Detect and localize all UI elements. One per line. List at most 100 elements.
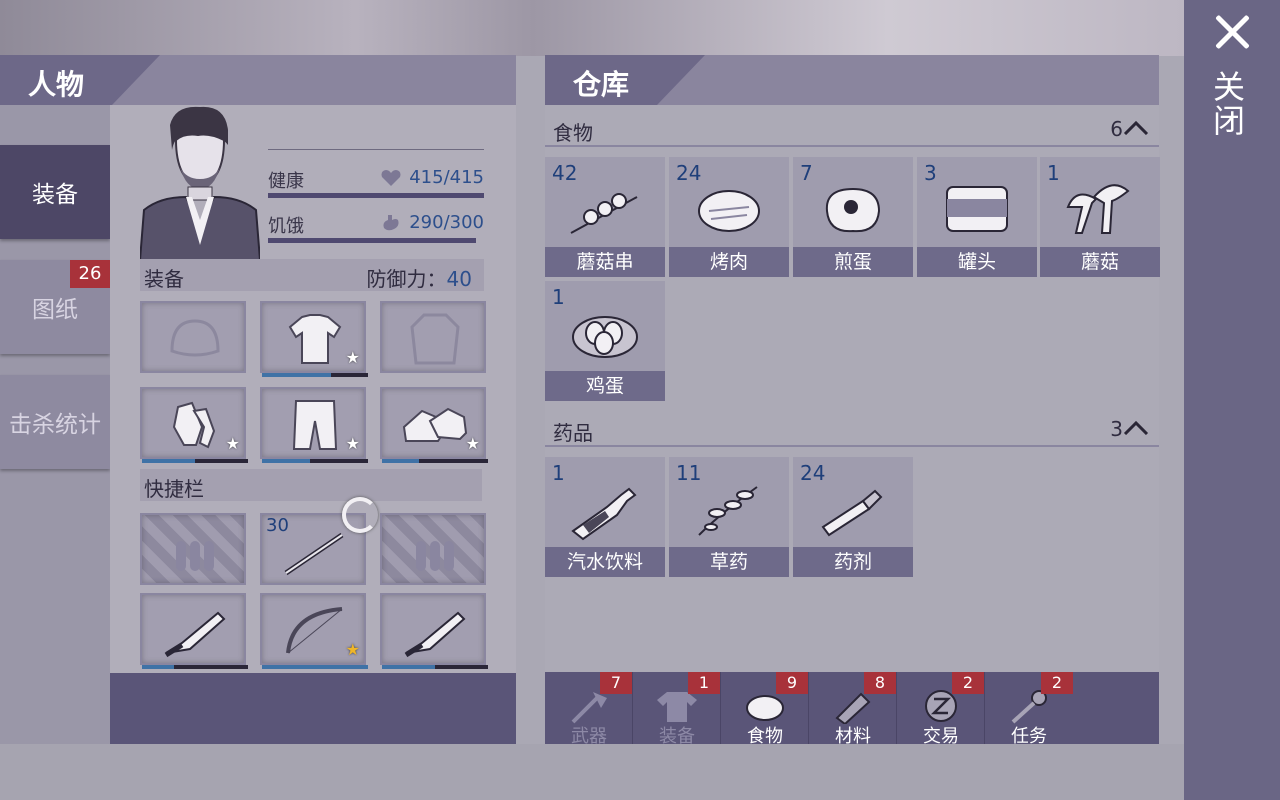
- defense-value: 40: [446, 267, 472, 291]
- count-badge: 26: [70, 260, 110, 288]
- mushroom-skewer-icon: [570, 193, 638, 234]
- tab-label: 装备: [32, 182, 78, 208]
- background-scene: [0, 0, 1184, 56]
- equipment-section-header: 装备 防御力：40: [140, 259, 484, 291]
- tab-label: 食物: [747, 726, 783, 747]
- durability-bar: [142, 665, 248, 669]
- tab-food[interactable]: 9 食物: [721, 672, 809, 747]
- hotbar-machete-slot[interactable]: [380, 593, 488, 669]
- jacket-slot[interactable]: [380, 301, 486, 373]
- tab-label: 装备: [659, 726, 695, 747]
- durability-bar: [382, 459, 488, 463]
- character-panel: 健康 415/415 饥饿 290/300 装备 防御力：40 ★ ★ ★ ★: [110, 105, 516, 744]
- food-item[interactable]: 1 鸡蛋: [545, 281, 665, 401]
- chevron-up-icon[interactable]: [1123, 121, 1149, 135]
- close-icon[interactable]: [1210, 10, 1254, 54]
- item-count: 1: [552, 461, 565, 485]
- item-name: 草药: [669, 547, 789, 577]
- tab-trade[interactable]: 2 交易: [897, 672, 985, 747]
- food-item[interactable]: 3 罐头: [917, 157, 1037, 277]
- boots-slot[interactable]: ★: [380, 387, 488, 463]
- character-panel-footer: [110, 673, 516, 744]
- tab-label: 材料: [835, 726, 871, 747]
- hotbar-empty-slot[interactable]: [140, 513, 246, 585]
- ammo-icon: [416, 541, 454, 571]
- count-badge: 2: [1041, 672, 1073, 694]
- heart-icon: [381, 170, 401, 186]
- food-item[interactable]: 1 蘑菇: [1040, 157, 1160, 277]
- hotbar-empty-slot[interactable]: [380, 513, 486, 585]
- roast-meat-icon: [698, 190, 760, 232]
- category-count: 6: [1110, 117, 1123, 141]
- food-item[interactable]: 7 煎蛋: [793, 157, 913, 277]
- hunger-label: 饥饿: [268, 216, 304, 237]
- tab-label: 任务: [1011, 726, 1047, 747]
- boots-icon: [402, 407, 468, 442]
- hat-slot[interactable]: [140, 301, 246, 373]
- close-label[interactable]: 关闭: [1208, 70, 1250, 138]
- tab-label: 交易: [923, 726, 959, 747]
- star-icon: ★: [345, 348, 360, 367]
- divider: [268, 149, 484, 150]
- health-stat: 健康 415/415: [268, 167, 484, 198]
- side-tabs: 装备 图纸 26 击杀统计: [0, 105, 110, 744]
- medicine-item[interactable]: 11 草药: [669, 457, 789, 577]
- durability-bar: [382, 665, 488, 669]
- durability-bar: [142, 459, 248, 463]
- item-name: 药剂: [793, 547, 913, 577]
- hat-icon: [170, 319, 220, 357]
- tab-materials[interactable]: 8 材料: [809, 672, 897, 747]
- hotbar-section-header: 快捷栏: [140, 469, 482, 501]
- shirt-slot[interactable]: ★: [260, 301, 368, 377]
- tab-quests[interactable]: 2 任务: [985, 672, 1073, 747]
- tab-label: 武器: [571, 726, 607, 747]
- tab-equipment[interactable]: 装备: [0, 145, 110, 239]
- close-bar[interactable]: 关闭: [1184, 0, 1280, 800]
- defense-label: 防御力：: [366, 267, 447, 291]
- item-name: 鸡蛋: [545, 371, 665, 401]
- star-icon: ★: [465, 434, 480, 453]
- gloves-slot[interactable]: ★: [140, 387, 248, 463]
- gold-star-icon: ★: [345, 640, 360, 659]
- hotbar-bow-slot[interactable]: ★: [260, 593, 368, 669]
- item-name: 煎蛋: [793, 247, 913, 277]
- chevron-up-icon[interactable]: [1123, 421, 1149, 435]
- medicine-item[interactable]: 24 药剂: [793, 457, 913, 577]
- tab-label: 图纸: [32, 297, 78, 323]
- count-badge: 7: [600, 672, 632, 694]
- durability-bar: [262, 459, 368, 463]
- background-bottom: [0, 744, 1184, 800]
- gloves-icon: [172, 401, 216, 449]
- food-item[interactable]: 42 蘑菇串: [545, 157, 665, 277]
- character-header-bar: [110, 55, 516, 105]
- tab-equipment[interactable]: 1 装备: [633, 672, 721, 747]
- count-badge: 2: [952, 672, 984, 694]
- food-category-header[interactable]: 食物 6: [545, 109, 1159, 147]
- shirt-icon: [288, 314, 342, 364]
- warehouse-title: 仓库: [573, 68, 630, 101]
- medicine-item[interactable]: 1 汽水饮料: [545, 457, 665, 577]
- hotbar-machete-slot[interactable]: [140, 593, 248, 669]
- medicine-category-header[interactable]: 药品 3: [545, 409, 1159, 447]
- health-bar: [268, 193, 484, 198]
- tab-blueprints[interactable]: 图纸 26: [0, 260, 110, 354]
- medicine-vial-icon: [821, 489, 883, 537]
- durability-bar: [262, 373, 368, 377]
- tab-weapons[interactable]: 7 武器: [545, 672, 633, 747]
- tab-label: 击杀统计: [9, 412, 101, 438]
- swap-icon[interactable]: [342, 497, 378, 533]
- hunger-value: 290/300: [409, 212, 484, 233]
- warehouse-category-tabs: 7 武器 1 装备 9 食物 8 材料 2 交易 2 任务: [545, 672, 1159, 747]
- tab-kill-stats[interactable]: 击杀统计: [0, 375, 110, 469]
- health-label: 健康: [268, 171, 304, 192]
- equipment-label: 装备: [144, 267, 184, 291]
- canned-food-icon: [946, 186, 1008, 232]
- pants-slot[interactable]: ★: [260, 387, 368, 463]
- item-name: 汽水饮料: [545, 547, 665, 577]
- bow-icon: [286, 607, 343, 654]
- mushroom-icon: [1066, 184, 1130, 234]
- category-label: 食物: [553, 121, 593, 145]
- food-item[interactable]: 24 烤肉: [669, 157, 789, 277]
- warehouse-panel: 食物 6 42 蘑菇串 24 烤肉 7 煎蛋 3 罐头 1 蘑菇 1 鸡蛋 药品…: [545, 105, 1160, 672]
- item-count: 1: [1047, 161, 1060, 185]
